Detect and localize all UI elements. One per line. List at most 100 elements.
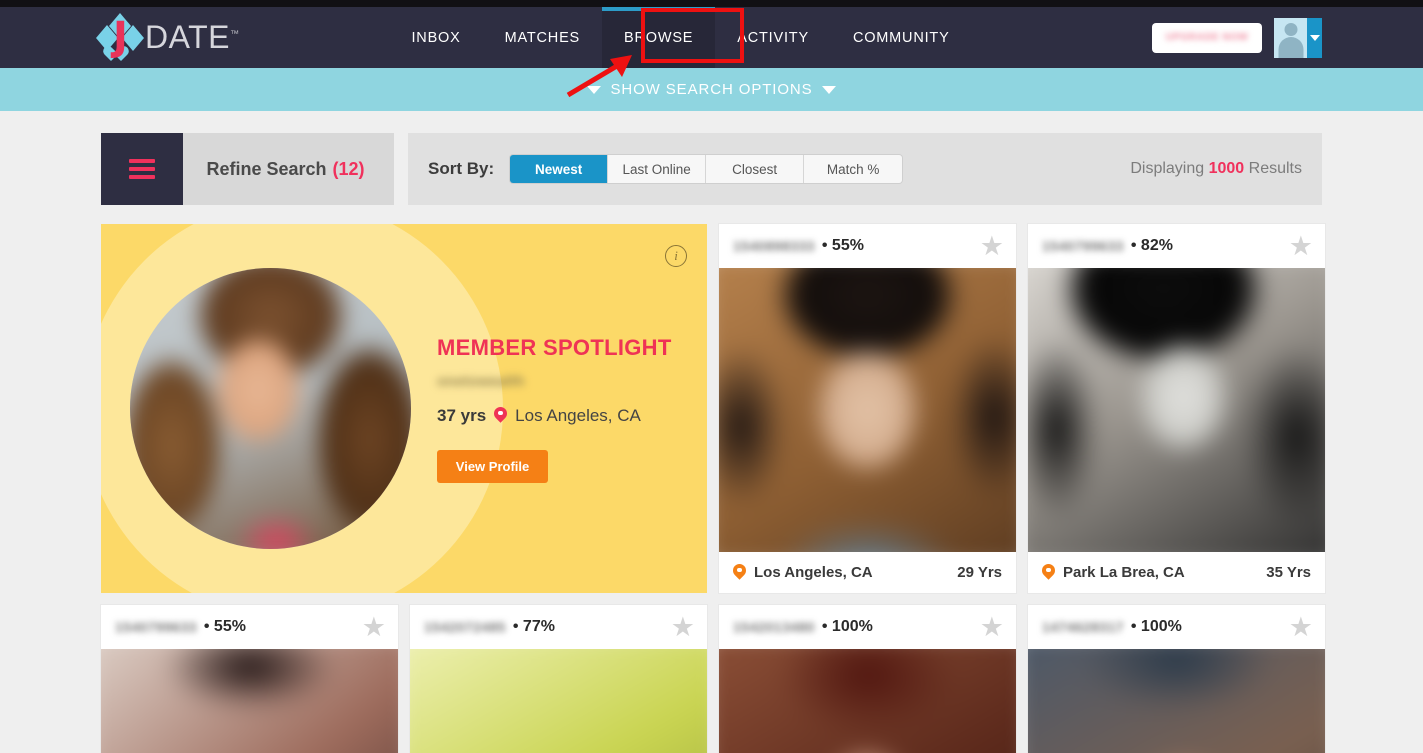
spotlight-photo[interactable] <box>130 268 411 549</box>
upgrade-now-button[interactable]: UPGRADE NOW <box>1152 22 1262 53</box>
logo-text: DATE <box>145 19 230 55</box>
card-footer: Park La Brea, CA 35 Yrs <box>1028 552 1325 593</box>
card-age: 29 Yrs <box>957 564 1002 581</box>
card-match-pct: • 100% <box>1130 618 1182 635</box>
main-content: Refine Search (12) Sort By: Newest Last O… <box>0 133 1423 753</box>
card-photo[interactable] <box>410 649 707 753</box>
location-pin-icon <box>1042 564 1055 582</box>
jdate-star-icon: J <box>96 12 144 64</box>
card-username: 1540799633 <box>115 619 197 635</box>
refine-search-count: (12) <box>332 158 365 179</box>
sort-option-match-pct[interactable]: Match % <box>804 155 903 183</box>
profile-card[interactable]: 1542013480 • 100% ★ <box>719 605 1016 753</box>
sort-option-label: Closest <box>732 161 778 177</box>
card-location: Park La Brea, CA <box>1063 564 1185 581</box>
profile-card[interactable]: 1474628317 • 100% ★ <box>1028 605 1325 753</box>
card-match-pct: • 82% <box>1130 237 1173 254</box>
nav-item-community[interactable]: COMMUNITY <box>831 7 972 68</box>
star-icon[interactable]: ★ <box>1289 232 1313 260</box>
sort-option-label: Last Online <box>622 161 691 177</box>
card-match-pct: • 55% <box>821 237 864 254</box>
show-search-options-toggle[interactable]: SHOW SEARCH OPTIONS <box>587 81 836 98</box>
view-profile-button[interactable]: View Profile <box>437 449 548 483</box>
card-match-pct: • 100% <box>821 618 873 635</box>
sort-option-newest[interactable]: Newest <box>510 155 609 183</box>
results-suffix: Results <box>1248 160 1302 177</box>
triangle-down-icon <box>821 85 836 94</box>
card-photo[interactable] <box>719 649 1016 753</box>
card-header: 1542013480 • 100% ★ <box>719 605 1016 649</box>
card-header: 1474628317 • 100% ★ <box>1028 605 1325 649</box>
jdate-logo[interactable]: J DATE™ <box>96 7 239 68</box>
card-header: 1540898333 • 55% ★ <box>719 224 1016 268</box>
card-username: 1542013480 <box>733 619 815 635</box>
card-username: 1542072485 <box>424 619 506 635</box>
nav-item-browse[interactable]: BROWSE <box>602 7 716 68</box>
chevron-down-icon[interactable] <box>1307 17 1322 58</box>
sort-option-label: Newest <box>534 161 583 177</box>
profile-card[interactable]: 1540898333 • 55% ★ Los Angeles, CA 29 Yr… <box>719 224 1016 593</box>
sort-option-last-online[interactable]: Last Online <box>608 155 707 183</box>
main-nav: INBOX MATCHES BROWSE ACTIVITY COMMUNITY <box>389 7 971 68</box>
spotlight-age: 37 yrs <box>437 405 487 425</box>
card-photo[interactable] <box>1028 649 1325 753</box>
upgrade-label: UPGRADE NOW <box>1165 32 1249 43</box>
nav-item-matches[interactable]: MATCHES <box>483 7 602 68</box>
spotlight-info: MEMBER SPOTLIGHT onetowealth 37 yrs Los … <box>437 335 672 483</box>
card-photo[interactable] <box>101 649 398 753</box>
site-header: J DATE™ INBOX MATCHES BROWSE ACTIVITY CO… <box>0 7 1423 68</box>
card-photo[interactable] <box>1028 268 1325 552</box>
nav-label: MATCHES <box>504 29 581 46</box>
star-icon[interactable]: ★ <box>980 232 1004 260</box>
star-icon[interactable]: ★ <box>1289 613 1313 641</box>
card-photo[interactable] <box>719 268 1016 552</box>
profile-card[interactable]: 1542072485 • 77% ★ <box>410 605 707 753</box>
nav-label: INBOX <box>411 29 461 46</box>
star-icon[interactable]: ★ <box>671 613 695 641</box>
sort-bar: Sort By: Newest Last Online Closest Matc… <box>408 133 1322 205</box>
spotlight-username: onetowealth <box>437 372 525 390</box>
spotlight-title: MEMBER SPOTLIGHT <box>437 334 672 360</box>
results-grid: i MEMBER SPOTLIGHT onetowealth 37 yrs Lo… <box>101 224 1325 753</box>
avatar <box>1274 17 1307 58</box>
location-pin-icon <box>733 564 746 582</box>
spotlight-location: Los Angeles, CA <box>515 405 641 425</box>
profile-card[interactable]: 1540799633 • 55% ★ <box>101 605 398 753</box>
results-count: Displaying 1000 Results <box>1130 160 1302 178</box>
show-search-options-label: SHOW SEARCH OPTIONS <box>610 81 813 98</box>
nav-label: BROWSE <box>624 29 694 46</box>
card-age: 35 Yrs <box>1266 564 1311 581</box>
sort-by-label: Sort By: <box>428 159 495 178</box>
nav-item-activity[interactable]: ACTIVITY <box>715 7 831 68</box>
spotlight-meta: 37 yrs Los Angeles, CA <box>437 406 672 426</box>
card-header: 1540799633 • 55% ★ <box>101 605 398 649</box>
refine-search-button[interactable]: Refine Search (12) <box>101 133 394 205</box>
results-number: 1000 <box>1208 160 1245 177</box>
triangle-down-icon <box>587 85 602 94</box>
hamburger-icon[interactable] <box>101 133 183 205</box>
location-pin-icon <box>494 407 507 425</box>
nav-label: ACTIVITY <box>737 29 809 46</box>
search-options-bar: SHOW SEARCH OPTIONS <box>0 68 1423 111</box>
card-location: Los Angeles, CA <box>754 564 873 581</box>
results-toolbar: Refine Search (12) Sort By: Newest Last O… <box>101 133 1322 205</box>
sort-option-closest[interactable]: Closest <box>706 155 805 183</box>
star-icon[interactable]: ★ <box>980 613 1004 641</box>
top-black-strip <box>0 0 1423 7</box>
member-spotlight-card[interactable]: i MEMBER SPOTLIGHT onetowealth 37 yrs Lo… <box>101 224 707 593</box>
refine-search-label-group: Refine Search (12) <box>183 159 394 180</box>
refine-search-label: Refine Search <box>206 158 327 179</box>
account-menu-button[interactable] <box>1274 17 1322 58</box>
nav-item-inbox[interactable]: INBOX <box>389 7 482 68</box>
card-username: 1540898333 <box>733 238 815 254</box>
card-footer: Los Angeles, CA 29 Yrs <box>719 552 1016 593</box>
logo-trademark: ™ <box>229 28 240 39</box>
star-icon[interactable]: ★ <box>362 613 386 641</box>
header-right-group: UPGRADE NOW <box>1152 17 1322 58</box>
sort-options-group: Newest Last Online Closest Match % <box>510 155 903 183</box>
sort-option-label: Match % <box>826 161 880 177</box>
info-icon[interactable]: i <box>665 245 687 267</box>
profile-card[interactable]: 1540799633 • 82% ★ Park La Brea, CA 35 Y… <box>1028 224 1325 593</box>
card-match-pct: • 77% <box>512 618 555 635</box>
logo-wordmark: DATE™ <box>145 19 239 56</box>
